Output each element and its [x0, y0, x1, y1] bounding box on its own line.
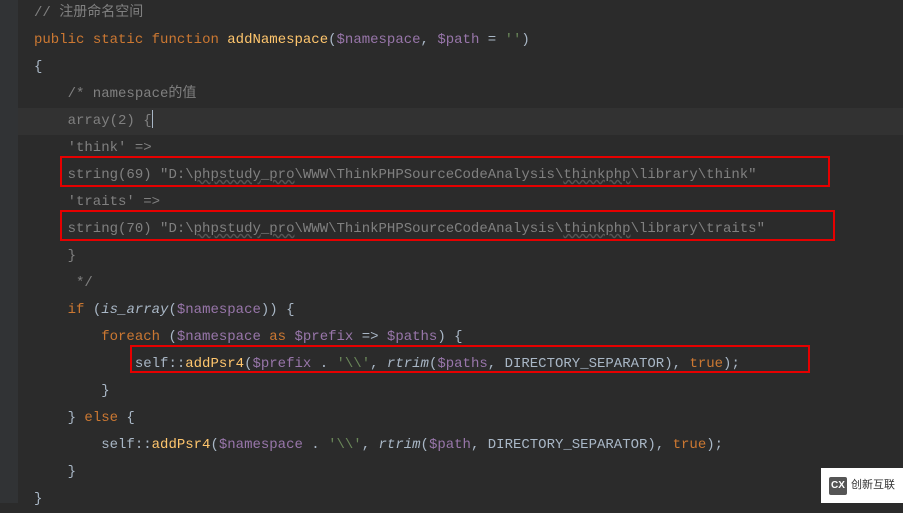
code-line: 'think' =>: [34, 135, 903, 162]
text-cursor: [152, 110, 153, 128]
code-line: foreach ($namespace as $prefix => $paths…: [34, 324, 903, 351]
watermark-icon: CX: [829, 477, 847, 495]
code-line: }: [34, 486, 903, 513]
code-line: /* namespace的值: [34, 81, 903, 108]
code-line: array(2) {: [34, 108, 903, 135]
code-line: 'traits' =>: [34, 189, 903, 216]
code-line: public static function addNamespace($nam…: [34, 27, 903, 54]
watermark-badge: CX 创新互联: [821, 468, 903, 503]
code-line: }: [34, 378, 903, 405]
watermark-text: 创新互联: [851, 472, 895, 499]
code-line: */: [34, 270, 903, 297]
code-line: }: [34, 459, 903, 486]
code-line: string(69) "D:\phpstudy_pro\WWW\ThinkPHP…: [34, 162, 903, 189]
code-line: }: [34, 243, 903, 270]
code-line: {: [34, 54, 903, 81]
code-line: string(70) "D:\phpstudy_pro\WWW\ThinkPHP…: [34, 216, 903, 243]
code-line: } else {: [34, 405, 903, 432]
code-editor[interactable]: // 注册命名空间 public static function addName…: [0, 0, 903, 513]
code-line: self::addPsr4($prefix . '\\', rtrim($pat…: [34, 351, 903, 378]
code-line: if (is_array($namespace)) {: [34, 297, 903, 324]
code-line: // 注册命名空间: [34, 0, 903, 27]
code-line: self::addPsr4($namespace . '\\', rtrim($…: [34, 432, 903, 459]
